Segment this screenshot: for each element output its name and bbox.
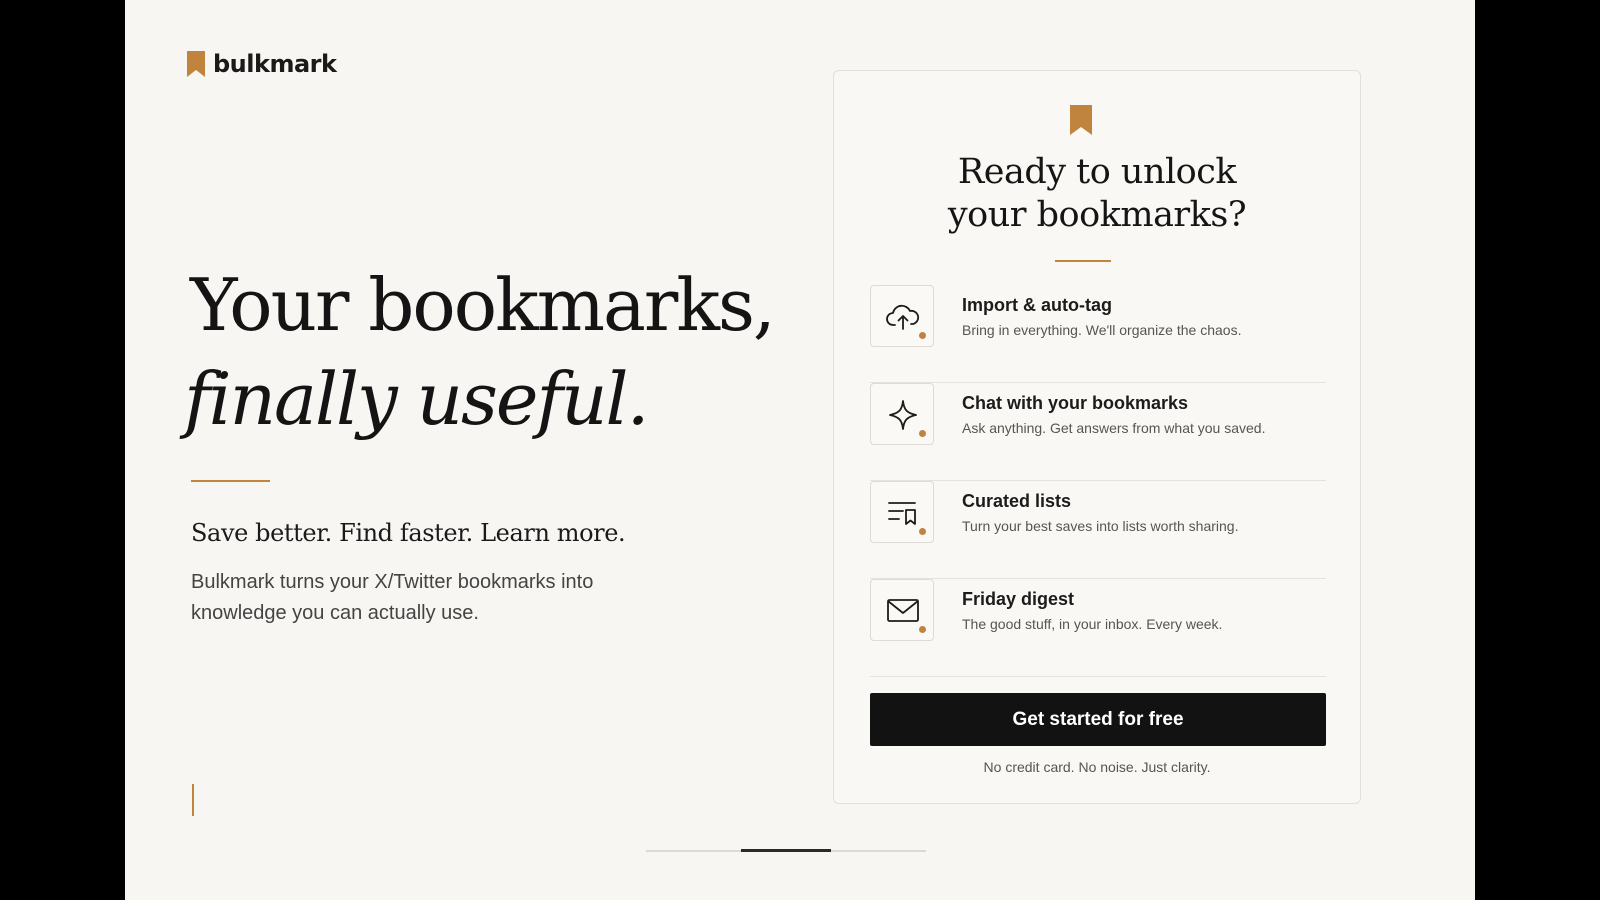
card-title: Ready to unlock your bookmarks? [834,151,1360,237]
feature-subtitle: Ask anything. Get answers from what you … [962,420,1266,436]
landing-page: bulkmark Your bookmarks, finally useful.… [125,0,1475,900]
accent-dot [919,626,926,633]
sparkle-icon [889,400,917,430]
feature-title: Friday digest [962,589,1075,609]
accent-dot [919,430,926,437]
feature-chat: Chat with your bookmarks Ask anything. G… [870,383,1326,481]
bookmark-icon [1070,105,1092,135]
slide-progress-track [646,849,926,852]
accent-bar [192,784,194,816]
get-started-button[interactable]: Get started for free [870,693,1326,746]
hero-headline-line2: finally useful. [184,357,649,441]
cta-note: No credit card. No noise. Just clarity. [983,759,1211,775]
accent-dot [919,528,926,535]
list-bookmark-icon [888,502,916,525]
feature-subtitle: Turn your best saves into lists worth sh… [962,518,1239,534]
signup-card: Ready to unlock your bookmarks? Import &… [833,70,1361,804]
feature-title: Import & auto-tag [962,295,1112,315]
feature-icon-box [870,579,934,641]
feature-icon-box [870,285,934,347]
bookmark-logo-icon [187,51,205,77]
card-title-line2: your bookmarks? [947,195,1247,235]
feature-subtitle: The good stuff, in your inbox. Every wee… [962,616,1223,632]
brand-logo[interactable]: bulkmark [187,50,337,78]
hero-tagline: Save better. Find faster. Learn more. [191,519,626,547]
feature-icon-box [870,383,934,445]
accent-divider [191,480,270,482]
feature-digest: Friday digest The good stuff, in your in… [870,579,1326,677]
hero-headline-line1: Your bookmarks, [190,263,776,347]
brand-name: bulkmark [213,50,337,78]
hero-headline: Your bookmarks, finally useful. [184,258,776,446]
feature-subtitle: Bring in everything. We'll organize the … [962,322,1242,338]
slide-progress-indicator [741,849,831,852]
hero-description: Bulkmark turns your X/Twitter bookmarks … [191,571,594,624]
feature-title: Curated lists [962,491,1072,511]
card-title-line1: Ready to unlock [957,152,1237,192]
mail-icon [887,599,919,622]
cloud-upload-icon [886,304,920,330]
feature-title: Chat with your bookmarks [962,393,1189,413]
feature-lists: Curated lists Turn your best saves into … [870,481,1326,579]
feature-list: Import & auto-tag Bring in everything. W… [870,285,1326,677]
feature-import: Import & auto-tag Bring in everything. W… [870,285,1326,383]
card-divider [1055,260,1111,262]
accent-dot [919,332,926,339]
feature-icon-box [870,481,934,543]
